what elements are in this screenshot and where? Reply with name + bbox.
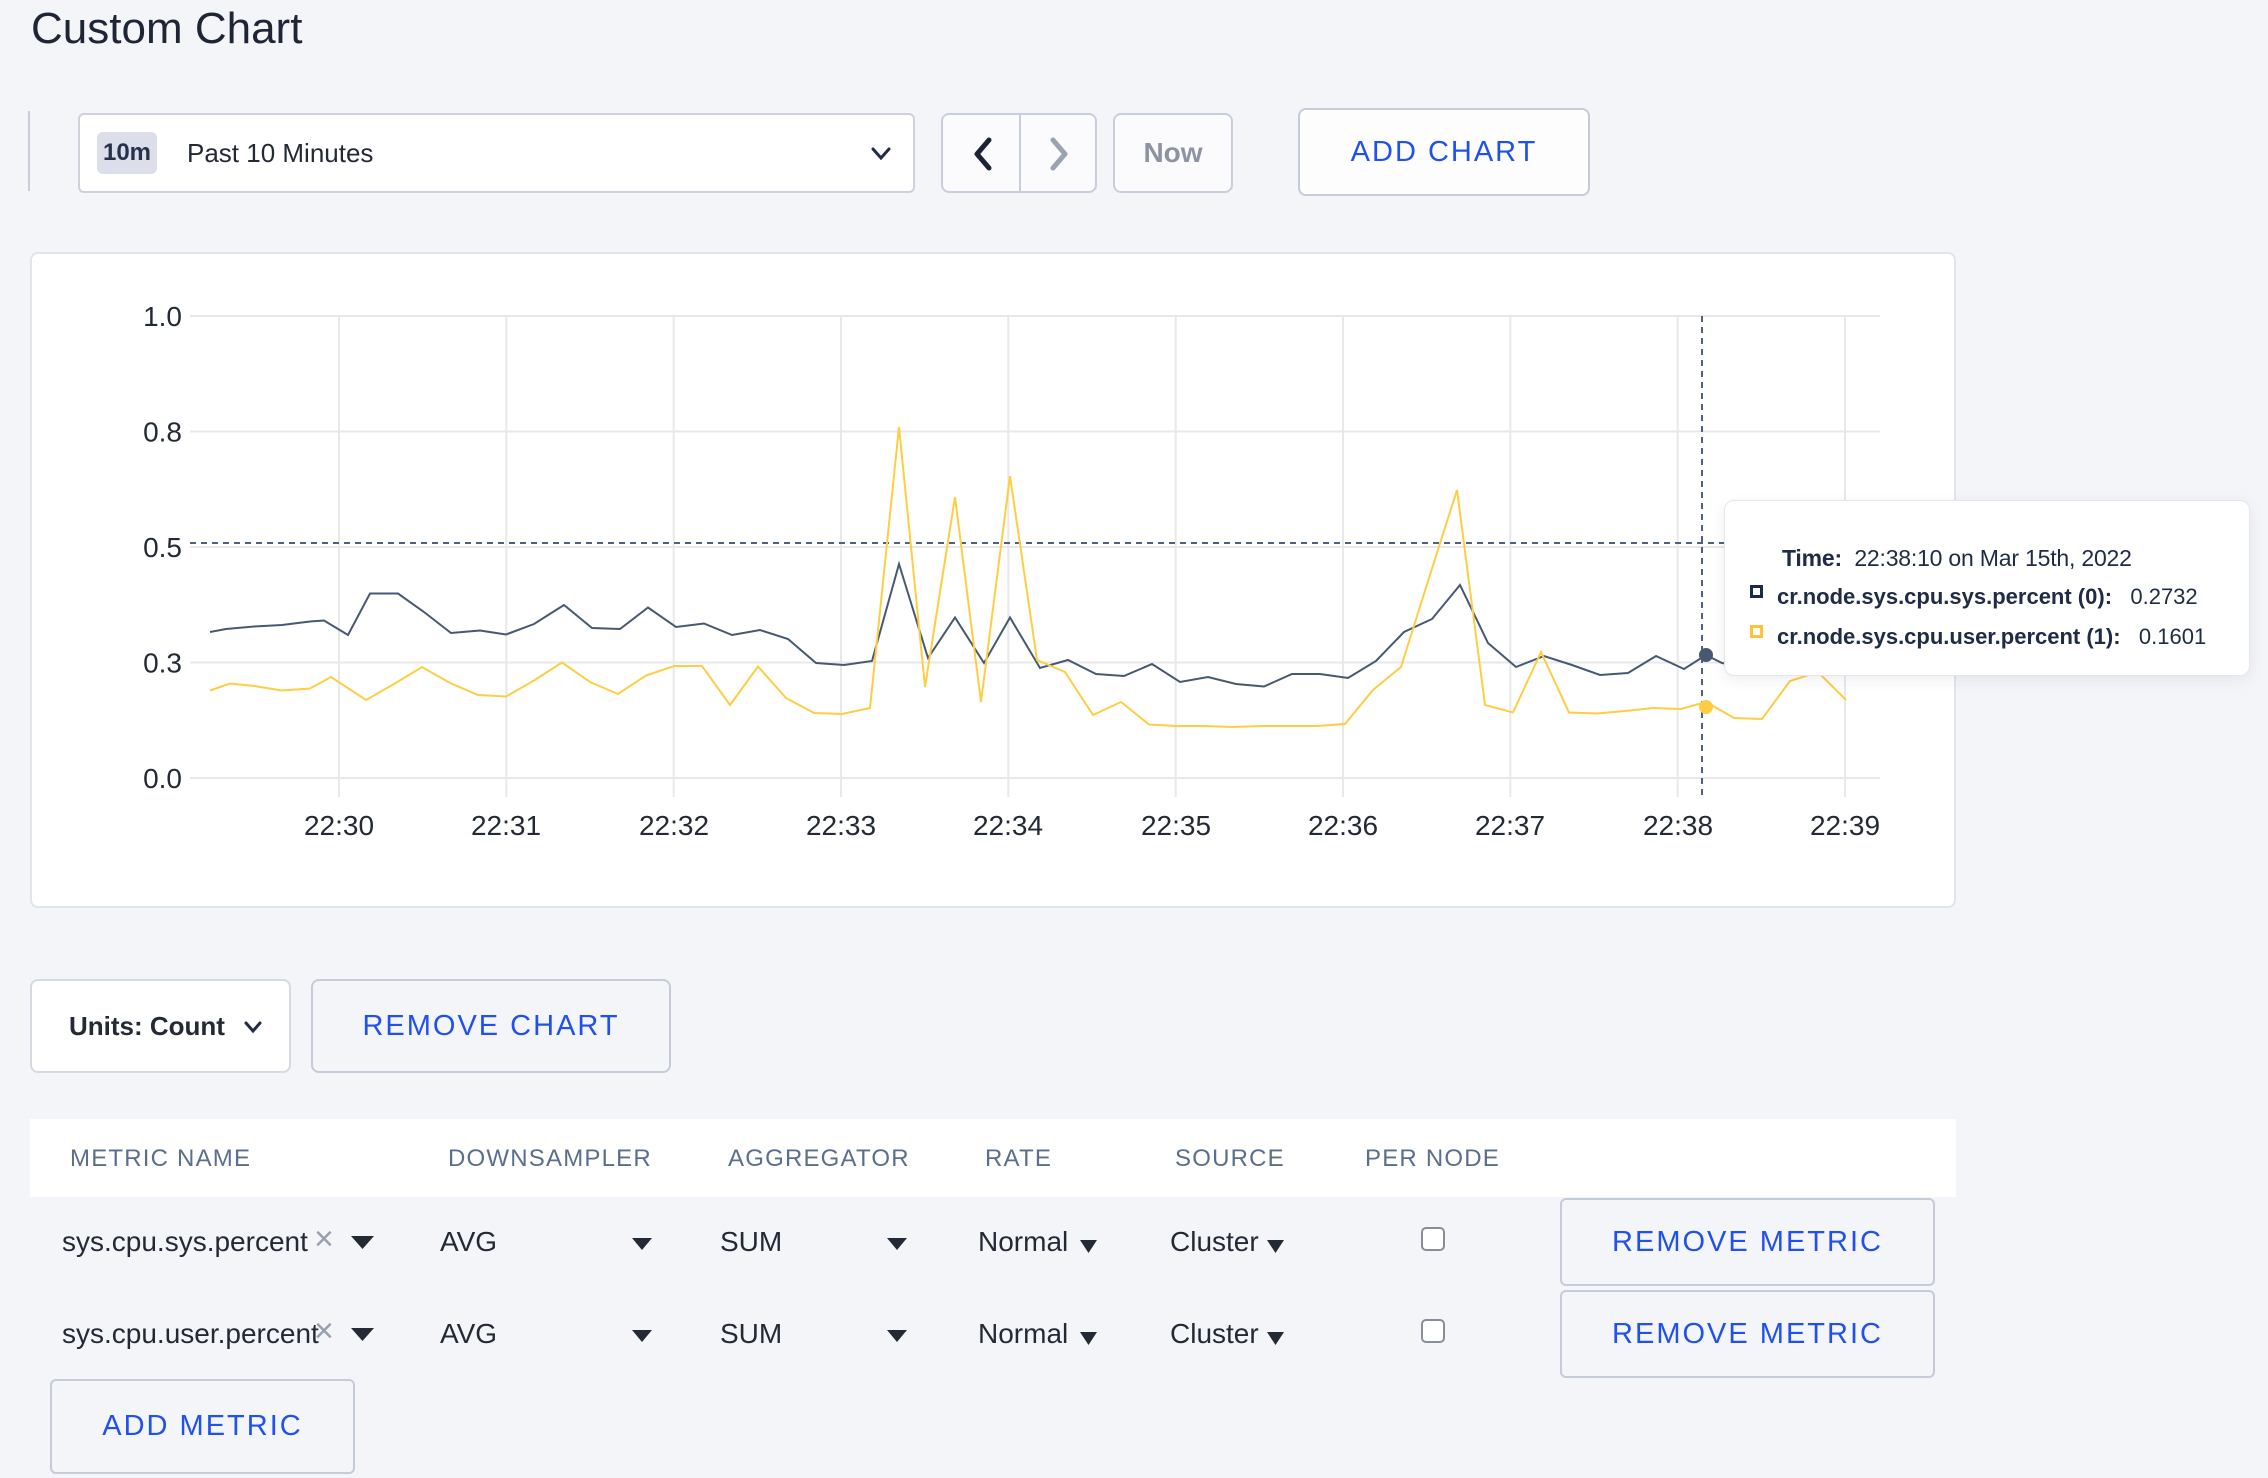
svg-text:22:34: 22:34: [973, 810, 1043, 841]
svg-text:22:37: 22:37: [1475, 810, 1545, 841]
svg-text:22:30: 22:30: [304, 810, 374, 841]
svg-text:0.3: 0.3: [143, 648, 182, 679]
svg-text:0.5: 0.5: [143, 532, 182, 563]
svg-text:22:38: 22:38: [1643, 810, 1713, 841]
svg-text:22:39: 22:39: [1810, 810, 1880, 841]
svg-text:22:33: 22:33: [806, 810, 876, 841]
svg-text:0.8: 0.8: [143, 417, 182, 448]
svg-text:22:36: 22:36: [1308, 810, 1378, 841]
svg-text:1.0: 1.0: [143, 301, 182, 332]
svg-text:22:32: 22:32: [639, 810, 709, 841]
svg-text:0.0: 0.0: [143, 763, 182, 794]
svg-text:22:31: 22:31: [471, 810, 541, 841]
svg-text:22:35: 22:35: [1141, 810, 1211, 841]
